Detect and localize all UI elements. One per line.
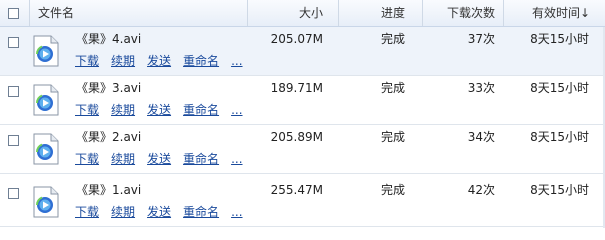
file-size: 205.07M <box>270 32 323 46</box>
file-name[interactable]: 《果》2.avi <box>76 129 141 145</box>
column-divider <box>29 0 30 26</box>
download-link[interactable]: 下载 <box>75 205 99 219</box>
download-count: 34次 <box>467 130 495 144</box>
column-header-size[interactable]: 大小 <box>254 0 323 27</box>
progress-status: 完成 <box>380 183 405 197</box>
progress-status: 完成 <box>380 32 405 46</box>
renew-link[interactable]: 续期 <box>111 103 135 117</box>
row-checkbox[interactable] <box>8 86 19 97</box>
download-count: 37次 <box>467 32 495 46</box>
more-link[interactable]: ... <box>231 152 242 166</box>
row-actions: 下载 续期 发送 重命名... <box>75 152 255 166</box>
column-header-file-name[interactable]: 文件名 <box>38 0 74 27</box>
file-size: 255.47M <box>270 183 323 197</box>
more-link[interactable]: ... <box>231 103 242 117</box>
row-checkbox[interactable] <box>8 135 19 146</box>
file-name[interactable]: 《果》3.avi <box>76 80 141 96</box>
file-name[interactable]: 《果》1.avi <box>76 182 141 198</box>
row-actions: 下载 续期 发送 重命名... <box>75 205 255 219</box>
rename-link[interactable]: 重命名 <box>183 205 219 219</box>
send-link[interactable]: 发送 <box>147 54 171 68</box>
send-link[interactable]: 发送 <box>147 103 171 117</box>
file-size: 189.71M <box>270 81 323 95</box>
download-count: 33次 <box>467 81 495 95</box>
renew-link[interactable]: 续期 <box>111 205 135 219</box>
renew-link[interactable]: 续期 <box>111 54 135 68</box>
column-divider <box>503 0 504 26</box>
column-divider <box>247 0 248 26</box>
table-row[interactable]: 《果》1.avi 下载 续期 发送 重命名... 255.47M 完成 42次 8天1… <box>0 178 605 227</box>
file-list-panel: 文件名 大小 进度 下载次数 有效时间↓ 《果》4.avi 下载 续期 发送 重命名.… <box>0 0 605 228</box>
expire-time: 8天15小时 <box>530 183 589 197</box>
table-header: 文件名 大小 进度 下载次数 有效时间↓ <box>0 0 605 27</box>
download-link[interactable]: 下载 <box>75 54 99 68</box>
rename-link[interactable]: 重命名 <box>183 54 219 68</box>
file-size: 205.89M <box>270 130 323 144</box>
row-actions: 下载 续期 发送 重命名... <box>75 103 255 117</box>
column-divider <box>338 0 339 26</box>
table-row[interactable]: 《果》2.avi 下载 续期 发送 重命名... 205.89M 完成 34次 8天1… <box>0 125 605 174</box>
row-actions: 下载 续期 发送 重命名... <box>75 54 255 68</box>
row-checkbox[interactable] <box>8 188 19 199</box>
progress-status: 完成 <box>380 81 405 95</box>
media-player-file-icon <box>33 35 59 67</box>
media-player-file-icon <box>33 186 59 218</box>
select-all-checkbox[interactable] <box>8 8 19 19</box>
expire-time: 8天15小时 <box>530 32 589 46</box>
download-count: 42次 <box>467 183 495 197</box>
renew-link[interactable]: 续期 <box>111 152 135 166</box>
media-player-file-icon <box>33 84 59 116</box>
rename-link[interactable]: 重命名 <box>183 103 219 117</box>
rename-link[interactable]: 重命名 <box>183 152 219 166</box>
table-row[interactable]: 《果》3.avi 下载 续期 发送 重命名... 189.71M 完成 33次 8天1… <box>0 76 605 125</box>
download-link[interactable]: 下载 <box>75 152 99 166</box>
progress-status: 完成 <box>380 130 405 144</box>
send-link[interactable]: 发送 <box>147 152 171 166</box>
media-player-file-icon <box>33 133 59 165</box>
table-row[interactable]: 《果》4.avi 下载 续期 发送 重命名... 205.07M 完成 37次 8天1… <box>0 27 605 76</box>
more-link[interactable]: ... <box>231 205 242 219</box>
expire-time: 8天15小时 <box>530 130 589 144</box>
send-link[interactable]: 发送 <box>147 205 171 219</box>
download-link[interactable]: 下载 <box>75 103 99 117</box>
file-name[interactable]: 《果》4.avi <box>76 31 141 47</box>
column-header-download-count[interactable]: 下载次数 <box>430 0 495 27</box>
expire-time: 8天15小时 <box>530 81 589 95</box>
column-header-progress[interactable]: 进度 <box>373 0 413 27</box>
column-header-expire-time[interactable]: 有效时间↓ <box>510 0 590 27</box>
more-link[interactable]: ... <box>231 54 242 68</box>
column-divider <box>422 0 423 26</box>
row-checkbox[interactable] <box>8 37 19 48</box>
